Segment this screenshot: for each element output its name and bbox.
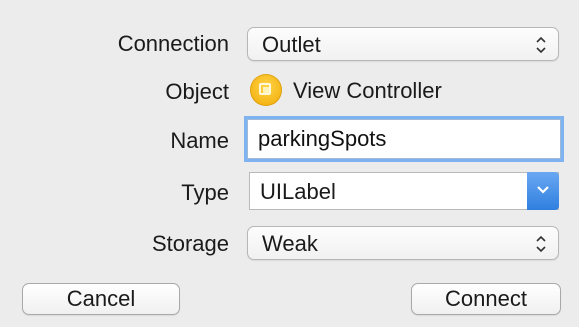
connection-popup[interactable]: Outlet: [247, 27, 559, 61]
connection-value: Outlet: [262, 32, 321, 57]
view-controller-icon: [250, 74, 282, 106]
name-field-container: [247, 119, 561, 159]
up-down-chevron-icon: [534, 35, 548, 55]
connection-label: Connection: [117, 31, 229, 56]
chevron-down-icon: [537, 186, 549, 194]
type-dropdown-button[interactable]: [527, 172, 559, 210]
name-label: Name: [170, 128, 229, 153]
type-label: Type: [181, 180, 229, 205]
storage-value: Weak: [262, 231, 318, 256]
name-field[interactable]: [248, 120, 560, 158]
object-value: View Controller: [293, 78, 442, 103]
object-label: Object: [165, 79, 229, 104]
connect-button[interactable]: Connect: [411, 283, 561, 315]
up-down-chevron-icon: [534, 234, 548, 254]
storage-popup[interactable]: Weak: [247, 226, 559, 260]
type-combo-box[interactable]: UILabel: [249, 172, 559, 210]
cancel-button[interactable]: Cancel: [22, 283, 180, 315]
type-value: UILabel: [260, 179, 336, 204]
storage-label: Storage: [151, 231, 229, 256]
